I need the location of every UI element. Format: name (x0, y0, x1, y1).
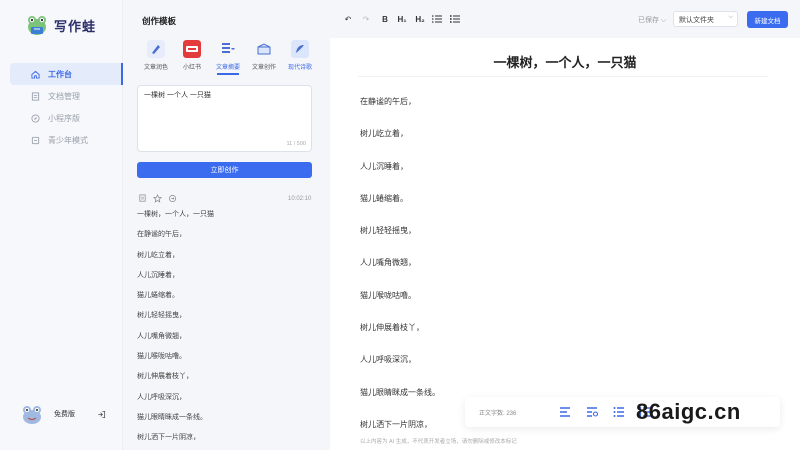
heading1-button[interactable]: H₁ (396, 13, 408, 25)
sidebar-item-miniprogram[interactable]: 小程序版 (10, 107, 123, 129)
editor-toolbar: ↶ ↷ B H₁ H₂ 已保存 ⌵ 默认文件夹 ⌵ 新建文档 (330, 0, 800, 38)
sidebar-item-youth-mode[interactable]: 青少年模式 (10, 129, 123, 151)
result-line: 猫儿蜷缩着。 (137, 292, 179, 300)
brush-icon (147, 40, 165, 58)
result-line: 猫儿喉咙咕噜。 (137, 353, 186, 361)
document-title[interactable]: 一棵树，一个人，一只猫 (330, 52, 800, 71)
logout-icon[interactable] (97, 410, 106, 419)
copy-icon[interactable] (138, 194, 147, 203)
char-count: 11 / 500 (286, 141, 306, 147)
sidebar-item-documents[interactable]: 文档管理 (10, 85, 123, 107)
expand-list-icon[interactable] (612, 405, 626, 419)
document-line: 树儿轻轻摇曳， (360, 226, 416, 236)
rewrite-icon[interactable] (585, 405, 599, 419)
document-line: 人儿呼吸深沉， (360, 355, 416, 365)
template-label: 小红书 (182, 65, 201, 71)
result-list: 一棵树，一个人，一只猫 在静谧的午后， 树儿屹立着， 人儿沉睡着， 猫儿蜷缩着。… (137, 210, 317, 450)
template-label: 文章润色 (143, 65, 168, 71)
result-line: 人儿沉睡着， (137, 271, 179, 279)
document-body[interactable]: 在静谧的午后， 树儿屹立着， 人儿沉睡着， 猫儿蜷缩着。 树儿轻轻摇曳， 人儿嘴… (360, 96, 440, 450)
document-line: 树儿屹立着， (360, 129, 408, 139)
sidebar-item-label: 小程序版 (48, 113, 80, 123)
bold-button[interactable]: B (379, 13, 391, 25)
result-line: 树儿洒下一片阴凉， (137, 434, 200, 442)
result-toolbar (138, 194, 177, 203)
template-xiaohongshu[interactable]: 小红书 (174, 40, 210, 75)
box-icon (257, 43, 271, 55)
sidebar-nav: 工作台 文档管理 小程序版 青少年模式 (10, 63, 123, 151)
document-line: 猫儿喉咙咕噜。 (360, 290, 416, 300)
folder-select-value: 默认文件夹 (679, 17, 714, 24)
app-name: 写作蛙 (54, 18, 97, 34)
refresh-icon[interactable] (168, 194, 177, 203)
site-watermark: 86aigc.cn (636, 399, 741, 424)
result-line: 一棵树，一个人，一只猫 (137, 211, 214, 218)
folder-select[interactable]: 默认文件夹 ⌵ (673, 11, 738, 27)
document-line: 猫儿蜷缩着。 (360, 193, 408, 203)
document-line: 猫儿眼睛眯成一条线。 (360, 387, 440, 397)
template-list: 文章润色 小红书 文章摘要 文章创作 现代诗歌 (138, 40, 318, 75)
ai-disclaimer: 以上内容为 AI 生成，不代表开发者立场，请勿删除或修改本标记 (360, 439, 517, 445)
home-icon (31, 70, 40, 79)
undo-button[interactable]: ↶ (342, 13, 354, 25)
title-divider (358, 76, 768, 77)
result-line: 人儿呼吸深沉， (137, 393, 186, 401)
result-line: 在静谧的午后， (137, 231, 186, 239)
save-status: 已保存 ⌵ (638, 17, 667, 24)
poem-icon (291, 40, 309, 58)
word-count: 正文字数: 236 (479, 410, 517, 417)
star-icon[interactable] (153, 194, 162, 203)
panel-title: 创作模板 (142, 16, 177, 26)
ordered-list-icon[interactable] (431, 13, 443, 25)
document-line: 树儿伸展着枝丫， (360, 323, 424, 333)
document-line: 人儿嘴角微翘， (360, 258, 416, 268)
template-article[interactable]: 文章创作 (246, 40, 282, 75)
template-label: 文章摘要 (215, 65, 240, 71)
bullet-list-icon[interactable] (449, 13, 461, 25)
create-now-button[interactable]: 立即创作 (137, 162, 312, 178)
active-tab-indicator (217, 73, 239, 75)
sidebar-item-label: 工作台 (48, 69, 72, 79)
template-summary[interactable]: 文章摘要 (210, 40, 246, 75)
template-polish[interactable]: 文章润色 (138, 40, 174, 75)
heading2-button[interactable]: H₂ (414, 13, 426, 25)
chevron-down-icon: ⌵ (728, 14, 733, 20)
template-poem[interactable]: 现代诗歌 (282, 40, 318, 75)
user-profile: 免费版 (20, 402, 106, 426)
avatar[interactable] (20, 402, 44, 426)
result-line: 人儿嘴角微翘， (137, 332, 186, 340)
app-logo[interactable]: 写作蛙 (25, 13, 96, 37)
summary-icon (222, 43, 235, 53)
user-plan: 免费版 (54, 411, 75, 418)
sidebar-item-label: 文档管理 (48, 91, 80, 101)
result-timestamp: 10:02:10 (288, 196, 312, 202)
frog-logo-icon (28, 16, 46, 35)
prompt-input[interactable]: 一棵树 一个人 一只猫 11 / 500 (137, 85, 312, 152)
result-line: 树儿轻轻摇曳， (137, 312, 186, 320)
compass-icon (31, 113, 40, 123)
align-edit-icon[interactable] (558, 405, 572, 419)
template-panel: 创作模板 文章润色 小红书 文章摘要 文章创作 现代诗歌 一棵树 一个人 一只猫… (124, 0, 330, 450)
document-line: 在静谧的午后， (360, 97, 416, 106)
prompt-input-value: 一棵树 一个人 一只猫 (144, 92, 211, 99)
result-line: 树儿屹立着， (137, 251, 179, 259)
result-line: 树儿伸展着枝丫， (137, 373, 193, 381)
document-editor[interactable]: 一棵树，一个人，一只猫 在静谧的午后， 树儿屹立着， 人儿沉睡着， 猫儿蜷缩着。… (330, 38, 800, 450)
sidebar-item-workbench[interactable]: 工作台 (10, 63, 123, 85)
sidebar: 写作蛙 工作台 文档管理 小程序版 青少年模式 免费版 (0, 0, 123, 450)
document-line: 树儿洒下一片阴凉， (360, 419, 432, 429)
document-icon (31, 91, 40, 101)
result-line: 猫儿眼睛眯成一条线。 (137, 413, 207, 421)
sidebar-item-label: 青少年模式 (48, 135, 88, 145)
shield-icon (31, 136, 40, 144)
document-line: 人儿沉睡着， (360, 161, 408, 171)
template-label: 现代诗歌 (287, 65, 312, 71)
red-book-icon (183, 40, 201, 58)
template-label: 文章创作 (251, 65, 276, 71)
new-document-button[interactable]: 新建文档 (747, 11, 788, 28)
redo-button[interactable]: ↷ (360, 13, 372, 25)
